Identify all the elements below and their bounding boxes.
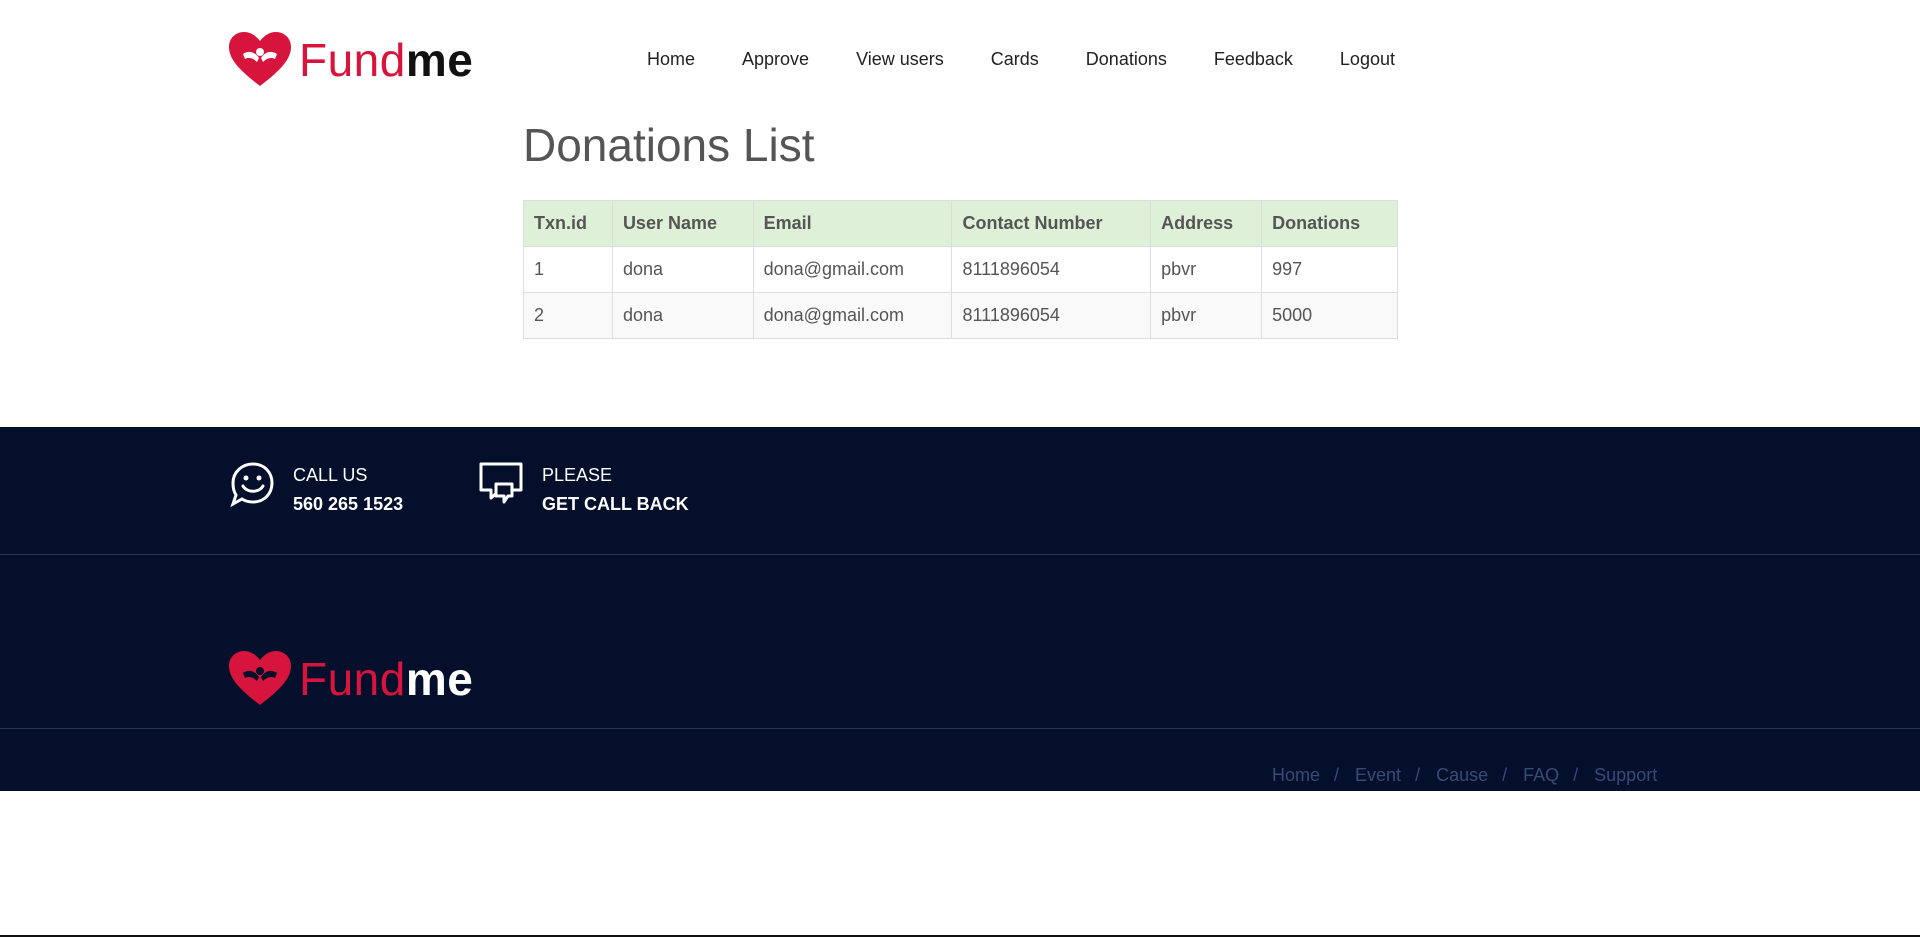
footer-link-separator: / [1502, 765, 1508, 785]
nav-donations[interactable]: Donations [1086, 49, 1167, 70]
nav-view-users[interactable]: View users [856, 49, 944, 70]
page-title: Donations List [523, 119, 815, 171]
footer-link-separator: / [1415, 765, 1421, 785]
nav-home[interactable]: Home [647, 49, 695, 70]
footer-brand-name-fund: Fund [299, 653, 406, 705]
call-back-line1: PLEASE [542, 465, 613, 485]
heart-hands-icon [229, 651, 291, 705]
footer-link-cause[interactable]: Cause [1436, 765, 1488, 786]
cell-address: pbvr [1150, 246, 1263, 293]
footer-link-home[interactable]: Home [1272, 765, 1320, 786]
nav-approve[interactable]: Approve [742, 49, 809, 70]
footer-logo-area: Fundme [0, 556, 1920, 729]
site-header: Fundme Home Approve View users Cards Don… [0, 0, 1920, 110]
footer-brand-logo[interactable]: Fundme [229, 651, 473, 707]
footer-brand-name-me: me [405, 653, 474, 705]
col-header-address: Address [1150, 200, 1263, 247]
chat-bubbles-icon [479, 462, 523, 504]
footer-link-faq[interactable]: FAQ [1523, 765, 1559, 786]
footer-link-event[interactable]: Event [1355, 765, 1401, 786]
smiley-chat-icon [230, 462, 274, 507]
call-us-text: CALL US 560 265 1523 [293, 461, 403, 519]
call-back-text: PLEASE GET CALL BACK [542, 461, 689, 519]
footer-link-separator: / [1573, 765, 1579, 785]
footer-links: Home / Event / Cause / FAQ / Support [1272, 765, 1657, 786]
main-nav: Home Approve View users Cards Donations … [647, 49, 1442, 70]
col-header-contact-number: Contact Number [951, 200, 1152, 247]
cell-address: pbvr [1150, 292, 1263, 339]
table-row: 2 dona dona@gmail.com 8111896054 pbvr 50… [523, 292, 1398, 339]
footer-brand-name: Fundme [299, 656, 473, 702]
table-row: 1 dona dona@gmail.com 8111896054 pbvr 99… [523, 246, 1398, 293]
donations-table: Txn.id User Name Email Contact Number Ad… [523, 200, 1398, 339]
brand-name-me: me [405, 34, 474, 86]
nav-feedback[interactable]: Feedback [1214, 49, 1293, 70]
table-header-row: Txn.id User Name Email Contact Number Ad… [523, 200, 1398, 247]
nav-cards[interactable]: Cards [991, 49, 1039, 70]
call-us-block: CALL US 560 265 1523 [229, 461, 403, 519]
footer-link-support[interactable]: Support [1594, 765, 1657, 786]
cell-txn-id: 1 [523, 246, 613, 293]
brand-name-fund: Fund [299, 34, 406, 86]
cell-user-name: dona [611, 246, 754, 293]
site-footer: CALL US 560 265 1523 PLEASE GET CALL BAC… [0, 427, 1920, 791]
call-us-number[interactable]: 560 265 1523 [293, 490, 403, 519]
contact-strip: CALL US 560 265 1523 PLEASE GET CALL BAC… [0, 427, 1920, 555]
col-header-txn-id: Txn.id [523, 200, 613, 247]
cell-user-name: dona [611, 292, 754, 339]
call-back-block[interactable]: PLEASE GET CALL BACK [478, 461, 689, 519]
cell-contact-number: 8111896054 [951, 246, 1152, 293]
col-header-donations: Donations [1261, 200, 1398, 247]
cell-email: dona@gmail.com [752, 246, 953, 293]
cell-email: dona@gmail.com [752, 292, 953, 339]
brand-logo[interactable]: Fundme [229, 32, 473, 88]
call-us-label: CALL US [293, 465, 368, 485]
nav-logout[interactable]: Logout [1340, 49, 1395, 70]
heart-hands-icon [229, 32, 291, 86]
cell-donations: 5000 [1261, 292, 1398, 339]
cell-contact-number: 8111896054 [951, 292, 1152, 339]
cell-txn-id: 2 [523, 292, 613, 339]
brand-name: Fundme [299, 37, 473, 83]
col-header-user-name: User Name [611, 200, 754, 247]
cell-donations: 997 [1261, 246, 1398, 293]
call-back-line2: GET CALL BACK [542, 494, 689, 514]
col-header-email: Email [752, 200, 953, 247]
footer-link-separator: / [1334, 765, 1340, 785]
